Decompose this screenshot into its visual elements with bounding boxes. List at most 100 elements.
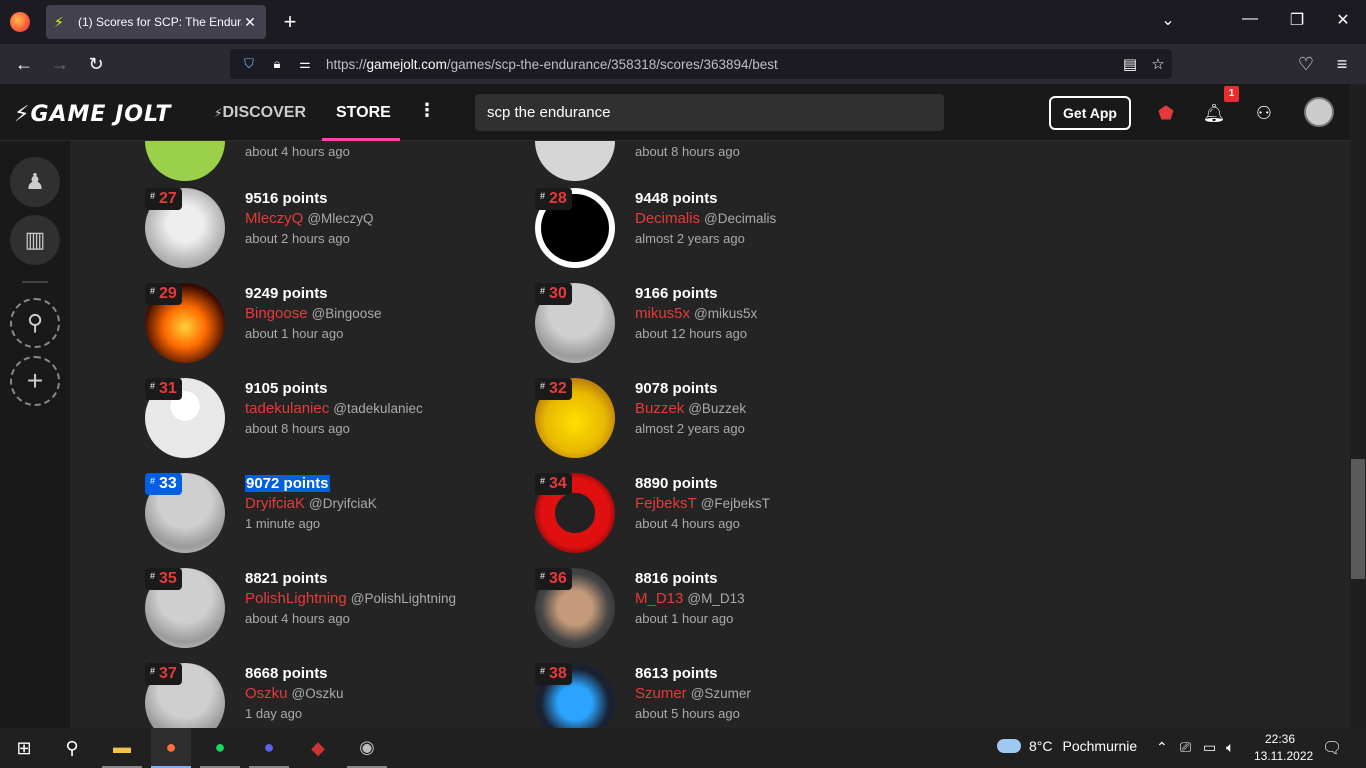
- gamejolt-logo[interactable]: ⚡GAME JOLT: [14, 102, 171, 127]
- taskbar-clock[interactable]: 22:36 13.11.2022: [1254, 731, 1313, 765]
- close-window-icon[interactable]: ✕: [1331, 10, 1355, 30]
- user-display-name[interactable]: M_D13: [635, 590, 683, 607]
- rail-search-icon[interactable]: ⚲: [10, 298, 60, 348]
- media-app-icon[interactable]: ◉: [347, 728, 387, 768]
- score-time: about 4 hours ago: [245, 144, 350, 159]
- score-time: about 5 hours ago: [635, 706, 740, 721]
- avatar[interactable]: [145, 141, 225, 181]
- shield-icon[interactable]: ⛉: [240, 56, 258, 72]
- user-handle: @Bingoose: [311, 306, 382, 321]
- back-arrow-icon[interactable]: ←: [12, 52, 36, 76]
- action-center-icon[interactable]: 🗨︎: [1322, 738, 1342, 758]
- lock-icon[interactable]: 🔒︎: [268, 56, 286, 72]
- restore-icon[interactable]: ❐: [1285, 10, 1309, 30]
- score-entry: #35 8821 points PolishLightning @PolishLigh…: [145, 568, 525, 658]
- user-display-name[interactable]: tadekulaniec: [245, 400, 329, 417]
- firefox-logo-icon[interactable]: [10, 12, 30, 32]
- rank-badge: #28: [535, 188, 572, 210]
- score-time: about 1 hour ago: [635, 611, 734, 626]
- notifications-bell-icon[interactable]: 🔔︎: [1199, 98, 1229, 128]
- rank-number: 36: [549, 570, 567, 587]
- weather-widget[interactable]: 8°C Pochmurnie: [997, 738, 1137, 754]
- game-app-icon[interactable]: ◆: [298, 728, 338, 768]
- score-user: Szumer @Szumer: [635, 685, 751, 702]
- score-entry: #27 9516 points MleczyQ @MleczyQ about 2 hou…: [145, 188, 525, 278]
- permissions-icon[interactable]: ⚌: [296, 56, 314, 72]
- rank-badge: #27: [145, 188, 182, 210]
- score-user: Oszku @Oszku: [245, 685, 343, 702]
- rank-number: 29: [159, 285, 177, 302]
- browser-tab-active[interactable]: ⚡ (1) Scores for SCP: The Endurance ✕: [46, 5, 266, 39]
- score-entry: #30 9166 points mikus5x @mikus5x about 12 ho…: [535, 283, 915, 373]
- user-display-name[interactable]: FejbeksT: [635, 495, 697, 512]
- score-entry: #38 8613 points Szumer @Szumer about 5 hours…: [535, 663, 915, 728]
- volume-icon[interactable]: 🔈︎: [1226, 739, 1234, 756]
- user-display-name[interactable]: PolishLightning: [245, 590, 347, 607]
- forward-arrow-icon[interactable]: →: [48, 52, 72, 76]
- friends-icon[interactable]: ⚇: [1249, 98, 1279, 128]
- avatar[interactable]: [535, 141, 615, 181]
- rail-community-icon[interactable]: ♟: [10, 157, 60, 207]
- score-user: DryifciaK @DryifciaK: [245, 495, 377, 512]
- score-user: MleczyQ @MleczyQ: [245, 210, 374, 227]
- menu-hamburger-icon[interactable]: ≡: [1330, 52, 1354, 76]
- tab-close-icon[interactable]: ✕: [242, 14, 258, 31]
- reload-icon[interactable]: ↻: [84, 52, 108, 76]
- file-explorer-icon[interactable]: ▬: [102, 728, 142, 768]
- user-display-name[interactable]: DryifciaK: [245, 495, 305, 512]
- pocket-icon[interactable]: ♡: [1294, 52, 1318, 76]
- list-item-partial: about 4 hours ago: [145, 141, 525, 191]
- score-user: FejbeksT @FejbeksT: [635, 495, 770, 512]
- user-display-name[interactable]: Oszku: [245, 685, 288, 702]
- spotify-icon[interactable]: ●: [200, 728, 240, 768]
- meet-now-icon[interactable]: ⎚: [1180, 739, 1191, 756]
- minimize-icon[interactable]: —: [1238, 10, 1262, 28]
- bookmark-star-icon[interactable]: ☆: [1144, 55, 1172, 73]
- weather-temp: 8°C: [1029, 738, 1053, 754]
- network-icon[interactable]: ▭: [1203, 739, 1216, 756]
- notification-count-badge: 1: [1224, 86, 1239, 102]
- user-handle: @M_D13: [687, 591, 745, 606]
- user-display-name[interactable]: mikus5x: [635, 305, 690, 322]
- user-display-name[interactable]: Szumer: [635, 685, 687, 702]
- page-scrollbar[interactable]: [1350, 84, 1366, 728]
- user-display-name[interactable]: Decimalis: [635, 210, 700, 227]
- rail-library-icon[interactable]: ▥: [10, 215, 60, 265]
- tray-chevron-icon[interactable]: ⌃: [1156, 739, 1168, 756]
- score-time: 1 minute ago: [245, 516, 321, 531]
- user-handle: @mikus5x: [694, 306, 758, 321]
- scrollbar-thumb[interactable]: [1351, 459, 1365, 579]
- clock-time: 22:36: [1264, 732, 1296, 746]
- nav-store[interactable]: STORE: [336, 104, 391, 122]
- reader-view-icon[interactable]: ▤: [1116, 55, 1144, 73]
- windows-start-icon[interactable]: ⊞: [4, 728, 44, 768]
- more-menu-icon[interactable]: ⋮: [418, 100, 436, 121]
- url-text[interactable]: https://gamejolt.com/games/scp-the-endur…: [326, 57, 1116, 72]
- tab-list-chevron-icon[interactable]: ⌄: [1156, 10, 1180, 30]
- taskbar-search-icon[interactable]: ⚲: [52, 728, 92, 768]
- discord-icon[interactable]: ●: [249, 728, 289, 768]
- user-quest-icon[interactable]: ⬟: [1151, 98, 1181, 128]
- score-points: 8613 points: [635, 665, 718, 682]
- score-points: 8890 points: [635, 475, 718, 492]
- score-points: 9105 points: [245, 380, 328, 397]
- site-header: ⚡GAME JOLT ⚡DISCOVER STORE ⋮ scp the end…: [0, 84, 1350, 141]
- user-avatar[interactable]: [1304, 97, 1334, 127]
- user-display-name[interactable]: MleczyQ: [245, 210, 303, 227]
- search-input[interactable]: scp the endurance: [475, 94, 944, 131]
- get-app-button[interactable]: Get App: [1049, 96, 1131, 130]
- rank-badge: #30: [535, 283, 572, 305]
- firefox-taskbar-icon[interactable]: ●: [151, 728, 191, 768]
- new-tab-icon[interactable]: +: [280, 10, 300, 34]
- score-entry: #33 9072 points DryifciaK @DryifciaK 1 minut…: [145, 473, 525, 563]
- user-display-name[interactable]: Bingoose: [245, 305, 308, 322]
- user-handle: @PolishLightning: [350, 591, 457, 606]
- nav-discover[interactable]: ⚡DISCOVER: [214, 104, 306, 122]
- user-handle: @DryifciaK: [309, 496, 377, 511]
- user-display-name[interactable]: Buzzek: [635, 400, 684, 417]
- rail-add-icon[interactable]: +: [10, 356, 60, 406]
- rank-hash: #: [540, 571, 546, 581]
- url-bar[interactable]: ⛉ 🔒︎ ⚌ https://gamejolt.com/games/scp-th…: [230, 49, 1172, 79]
- rank-badge: #34: [535, 473, 572, 495]
- browser-tabbar: ⚡ (1) Scores for SCP: The Endurance ✕ + …: [0, 0, 1366, 44]
